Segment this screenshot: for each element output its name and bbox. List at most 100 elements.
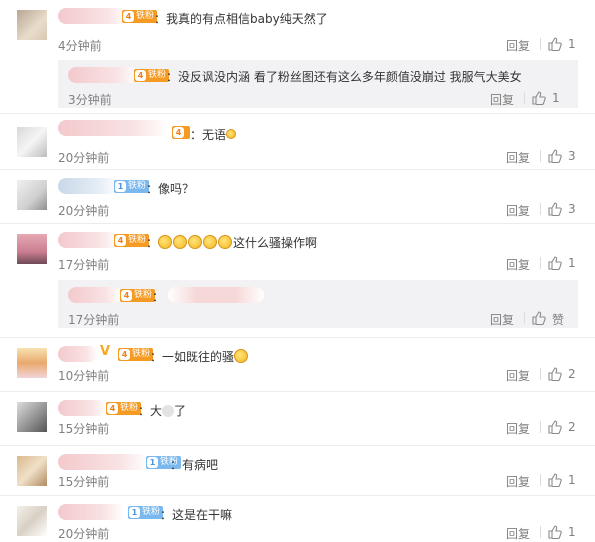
username-blurred[interactable]	[58, 504, 124, 520]
comment-item: 4 铁粉 ：大了 15分钟前 回复 2	[0, 392, 595, 446]
reply-button[interactable]: 回复	[490, 91, 514, 108]
comment-item: 1 铁粉 ：这是在干嘛 20分钟前 回复 1	[0, 496, 595, 542]
username-blurred[interactable]	[58, 8, 128, 24]
fan-badge-label: 铁粉	[128, 181, 147, 191]
fan-level-icon: 4	[115, 235, 126, 246]
reply-text-blurred	[168, 287, 264, 303]
reply-button[interactable]: 回复	[506, 367, 530, 384]
thumbs-up-icon	[548, 202, 562, 216]
like-button[interactable]: 2	[540, 419, 595, 435]
thumbs-up-icon	[548, 473, 562, 487]
comment-time: 15分钟前	[58, 475, 110, 489]
avatar[interactable]	[17, 127, 47, 157]
like-count: 1	[568, 37, 576, 51]
like-button[interactable]: 赞	[524, 310, 584, 327]
like-button[interactable]: 3	[540, 201, 595, 217]
like-count: 1	[568, 256, 576, 270]
like-count: 3	[568, 202, 576, 216]
laughing-emoji-icon	[173, 235, 188, 249]
divider	[540, 257, 541, 269]
fan-badge-label: 铁粉	[148, 70, 167, 80]
laughing-emoji-icon	[203, 235, 218, 249]
like-button[interactable]: 1	[540, 472, 595, 488]
fan-badge: 4 铁粉	[118, 348, 154, 361]
thumbs-up-icon	[548, 256, 562, 270]
fan-level-icon: 4	[123, 11, 134, 22]
comment-body: 这是在干嘛	[172, 508, 233, 522]
thumbs-up-icon	[532, 311, 546, 325]
comment-body-part-a: 大	[150, 404, 163, 418]
avatar[interactable]	[17, 10, 47, 40]
username-blurred[interactable]	[58, 120, 168, 136]
reply-box: 4 铁粉 ： 17分钟前 回复 赞	[58, 280, 578, 328]
comment-time: 4分钟前	[58, 39, 102, 53]
reply-text: ：没反讽没内涵 看了粉丝图还有这么多年颜值没崩过 我服气大美女	[166, 70, 522, 84]
reply-body: 没反讽没内涵 看了粉丝图还有这么多年颜值没崩过 我服气大美女	[178, 70, 522, 84]
fan-badge: 4	[172, 126, 190, 139]
comment-body: 我真的有点相信baby纯天然了	[166, 12, 328, 26]
divider	[540, 421, 541, 433]
username-blurred[interactable]	[58, 346, 98, 362]
reply-box: 4 铁粉 ：没反讽没内涵 看了粉丝图还有这么多年颜值没崩过 我服气大美女 3分钟前…	[58, 60, 578, 108]
like-count: 1	[568, 473, 576, 487]
reply-button[interactable]: 回复	[506, 525, 530, 542]
comment-time: 20分钟前	[58, 527, 110, 541]
like-button[interactable]: 1	[524, 90, 584, 106]
comment-text: ：这是在干嘛	[160, 508, 233, 522]
fan-level-icon: 4	[107, 403, 118, 414]
avatar[interactable]	[17, 234, 47, 264]
thumbs-up-icon	[548, 367, 562, 381]
emoji-icon	[226, 129, 237, 139]
avatar[interactable]	[17, 348, 47, 378]
comment-time: 10分钟前	[58, 369, 110, 383]
thumbs-up-icon	[548, 420, 562, 434]
username-blurred[interactable]	[58, 178, 118, 194]
avatar[interactable]	[17, 506, 47, 536]
like-button[interactable]: 3	[540, 148, 595, 164]
username-blurred[interactable]	[58, 454, 148, 470]
username-blurred[interactable]	[58, 400, 106, 416]
like-button[interactable]: 1	[540, 36, 595, 52]
like-button[interactable]: 2	[540, 366, 595, 382]
username-blurred[interactable]	[58, 232, 118, 248]
fan-level-icon: 4	[135, 70, 146, 81]
comment-body: 像吗？	[158, 182, 195, 196]
fan-badge: 1 铁粉	[128, 506, 164, 519]
reply-button[interactable]: 回复	[506, 37, 530, 54]
like-button[interactable]: 1	[540, 255, 595, 271]
fan-badge-label: 铁粉	[136, 11, 155, 21]
fan-badge: 4 铁粉	[120, 289, 156, 302]
like-count: 2	[568, 367, 576, 381]
comment-item: 4 铁粉 ：我真的有点相信baby纯天然了 4分钟前 回复 1 4 铁粉 ：没反讽没…	[0, 0, 595, 114]
reply-button[interactable]: 回复	[506, 256, 530, 273]
comment-text: ：像吗？	[146, 182, 195, 196]
reply-button[interactable]: 回复	[506, 149, 530, 166]
like-button[interactable]: 1	[540, 524, 595, 540]
comment-item: 1 铁粉 ：有病吧 15分钟前 回复 1	[0, 446, 595, 496]
fan-level-icon: 1	[129, 507, 140, 518]
username-blurred[interactable]	[68, 287, 122, 303]
comment-body: 这什么骚操作啊	[233, 236, 318, 250]
fan-level-icon: 4	[119, 349, 130, 360]
divider	[540, 368, 541, 380]
reply-button[interactable]: 回复	[506, 473, 530, 490]
like-count: 2	[568, 420, 576, 434]
avatar[interactable]	[17, 180, 47, 210]
fan-badge-label: 铁粉	[132, 349, 151, 359]
fan-badge: 4 铁粉	[114, 234, 150, 247]
divider	[524, 92, 525, 104]
reply-text: ：	[152, 290, 165, 304]
laughing-emoji-icon	[158, 235, 173, 249]
like-count: 1	[552, 91, 560, 105]
reply-button[interactable]: 回复	[490, 311, 514, 328]
fan-badge-label: 铁粉	[134, 290, 153, 300]
avatar[interactable]	[17, 402, 47, 432]
like-count: 1	[568, 525, 576, 539]
avatar[interactable]	[17, 456, 47, 486]
reply-button[interactable]: 回复	[506, 202, 530, 219]
fan-badge: 1 铁粉	[114, 180, 150, 193]
reply-button[interactable]: 回复	[506, 420, 530, 437]
redacted-blur	[162, 405, 175, 417]
username-blurred[interactable]	[68, 67, 138, 83]
comment-item: V 4 铁粉 ：一如既往的骚 10分钟前 回复 2	[0, 338, 595, 392]
